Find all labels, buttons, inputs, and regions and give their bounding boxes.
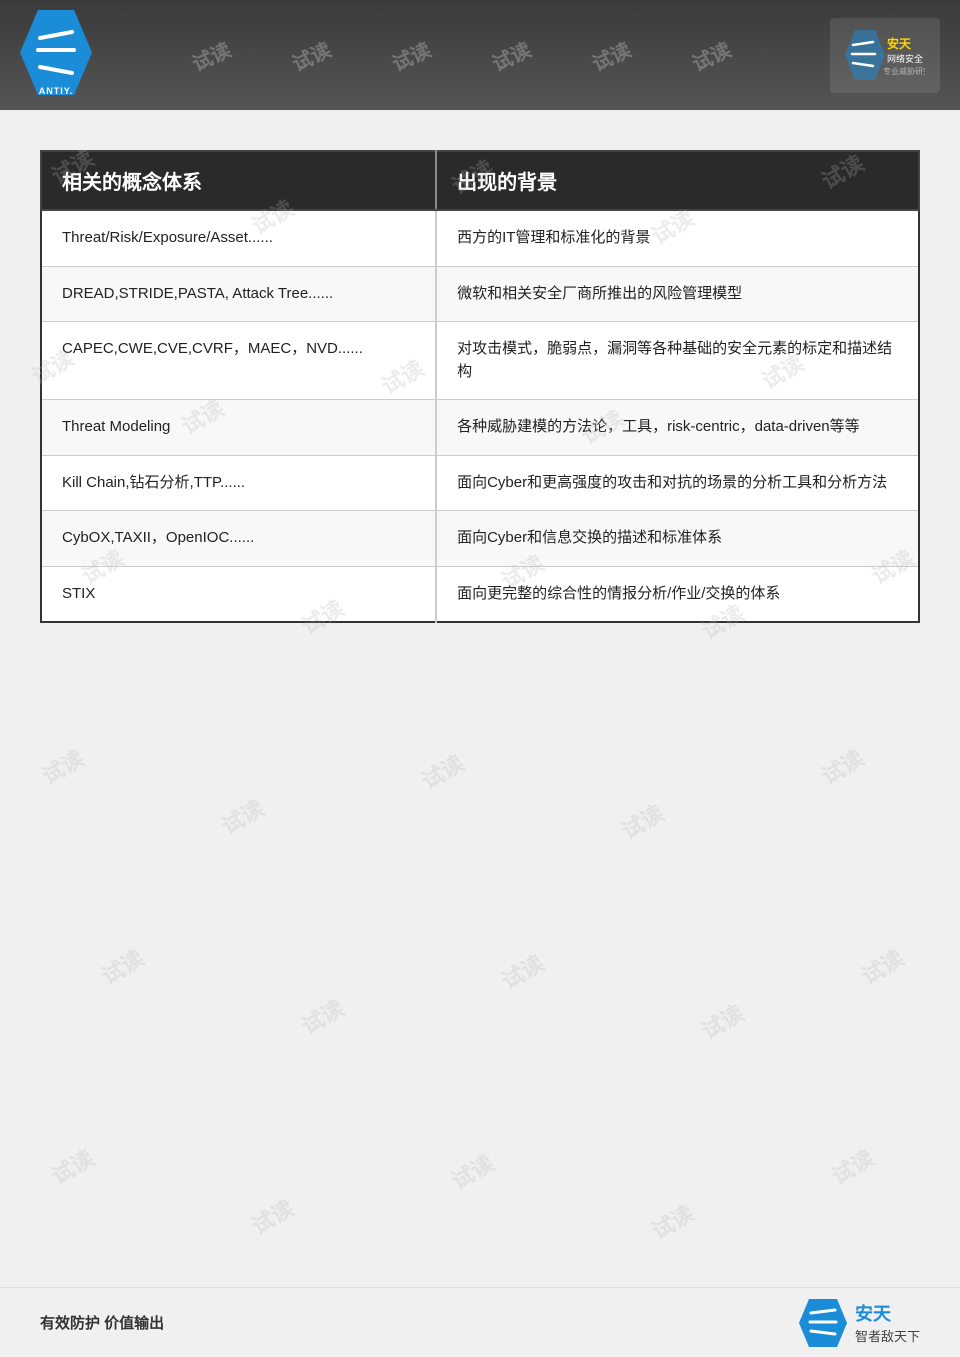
antiy-label: ANTIY.	[39, 86, 74, 96]
header-right-logo: 安天 网络安全 专业威胁研究	[830, 18, 940, 93]
table-cell-left: CybOX,TAXII，OpenIOC......	[41, 511, 436, 567]
table-cell-right: 面向更完整的综合性的情报分析/作业/交换的体系	[436, 566, 919, 622]
watermark-text-29: 试读	[825, 1141, 879, 1191]
svg-text:专业威胁研究: 专业威胁研究	[883, 66, 925, 76]
col-header-right: 出现的背景	[436, 151, 919, 210]
table-cell-left: Kill Chain,钻石分析,TTP......	[41, 455, 436, 511]
table-body: Threat/Risk/Exposure/Asset......西方的IT管理和…	[41, 210, 919, 622]
table-cell-right: 对攻击模式，脆弱点，漏洞等各种基础的安全元素的标定和描述结构	[436, 322, 919, 400]
logo-hexagon: ANTIY.	[20, 10, 92, 100]
header: ANTIY. 试读 试读 试读 试读 试读 试读 安天 网络安全 专业威胁研究	[0, 0, 960, 110]
watermark-text-23: 试读	[695, 996, 749, 1046]
table-row: STIX面向更完整的综合性的情报分析/作业/交换的体系	[41, 566, 919, 622]
header-wm-6: 试读	[687, 33, 736, 76]
header-wm-5: 试读	[587, 33, 636, 76]
watermark-text-26: 试读	[245, 1191, 299, 1241]
right-logo-icon: 安天 网络安全 专业威胁研究	[845, 30, 925, 80]
watermark-text-16: 试读	[215, 791, 269, 841]
table-cell-left: DREAD,STRIDE,PASTA, Attack Tree......	[41, 266, 436, 322]
footer-logo-texts: 安天 智者敌天下	[855, 1300, 920, 1345]
footer-left-text: 有效防护 价值输出	[40, 1312, 164, 1333]
watermark-text-21: 试读	[295, 991, 349, 1041]
svg-text:安天: 安天	[887, 36, 912, 51]
header-wm-2: 试读	[287, 33, 336, 76]
header-wm-3: 试读	[387, 33, 436, 76]
table-cell-right: 面向Cyber和信息交换的描述和标准体系	[436, 511, 919, 567]
watermark-text-24: 试读	[855, 941, 909, 991]
table-cell-right: 各种威胁建模的方法论，工具，risk-centric，data-driven等等	[436, 400, 919, 456]
header-wm-4: 试读	[487, 33, 536, 76]
table-row: CAPEC,CWE,CVE,CVRF，MAEC，NVD......对攻击模式，脆…	[41, 322, 919, 400]
table-row: Kill Chain,钻石分析,TTP......面向Cyber和更高强度的攻击…	[41, 455, 919, 511]
watermark-text-20: 试读	[95, 941, 149, 991]
watermark-text-17: 试读	[415, 746, 469, 796]
logo-area: ANTIY.	[20, 10, 92, 100]
table-cell-left: Threat/Risk/Exposure/Asset......	[41, 210, 436, 266]
table-row: DREAD,STRIDE,PASTA, Attack Tree......微软和…	[41, 266, 919, 322]
table-header-row: 相关的概念体系 出现的背景	[41, 151, 919, 210]
footer-logo: 安天 智者敌天下	[799, 1299, 920, 1347]
table-cell-left: STIX	[41, 566, 436, 622]
content-table: 相关的概念体系 出现的背景 Threat/Risk/Exposure/Asset…	[40, 150, 920, 623]
table-row: Threat Modeling各种威胁建模的方法论，工具，risk-centri…	[41, 400, 919, 456]
watermark-text-27: 试读	[445, 1146, 499, 1196]
watermark-text-22: 试读	[495, 946, 549, 996]
table-cell-right: 西方的IT管理和标准化的背景	[436, 210, 919, 266]
watermark-text-19: 试读	[815, 741, 869, 791]
col-header-left: 相关的概念体系	[41, 151, 436, 210]
table-cell-left: CAPEC,CWE,CVE,CVRF，MAEC，NVD......	[41, 322, 436, 400]
table-cell-right: 面向Cyber和更高强度的攻击和对抗的场景的分析工具和分析方法	[436, 455, 919, 511]
footer-logo-sub: 智者敌天下	[855, 1326, 920, 1345]
table-cell-right: 微软和相关安全厂商所推出的风险管理模型	[436, 266, 919, 322]
footer: 有效防护 价值输出 安天 智者敌天下	[0, 1287, 960, 1357]
svg-text:网络安全: 网络安全	[887, 53, 923, 64]
header-watermarks: 试读 试读 试读 试读 试读 试读	[92, 41, 830, 70]
footer-logo-main: 安天	[855, 1300, 920, 1326]
table-row: CybOX,TAXII，OpenIOC......面向Cyber和信息交换的描述…	[41, 511, 919, 567]
header-wm-1: 试读	[187, 33, 236, 76]
table-cell-left: Threat Modeling	[41, 400, 436, 456]
main-content: 相关的概念体系 出现的背景 Threat/Risk/Exposure/Asset…	[0, 110, 960, 653]
footer-logo-icon	[799, 1299, 847, 1347]
table-row: Threat/Risk/Exposure/Asset......西方的IT管理和…	[41, 210, 919, 266]
antiy-logo-icon	[20, 10, 92, 95]
watermark-text-18: 试读	[615, 796, 669, 846]
watermark-text-15: 试读	[35, 741, 89, 791]
watermark-text-28: 试读	[645, 1196, 699, 1246]
watermark-text-25: 试读	[45, 1141, 99, 1191]
